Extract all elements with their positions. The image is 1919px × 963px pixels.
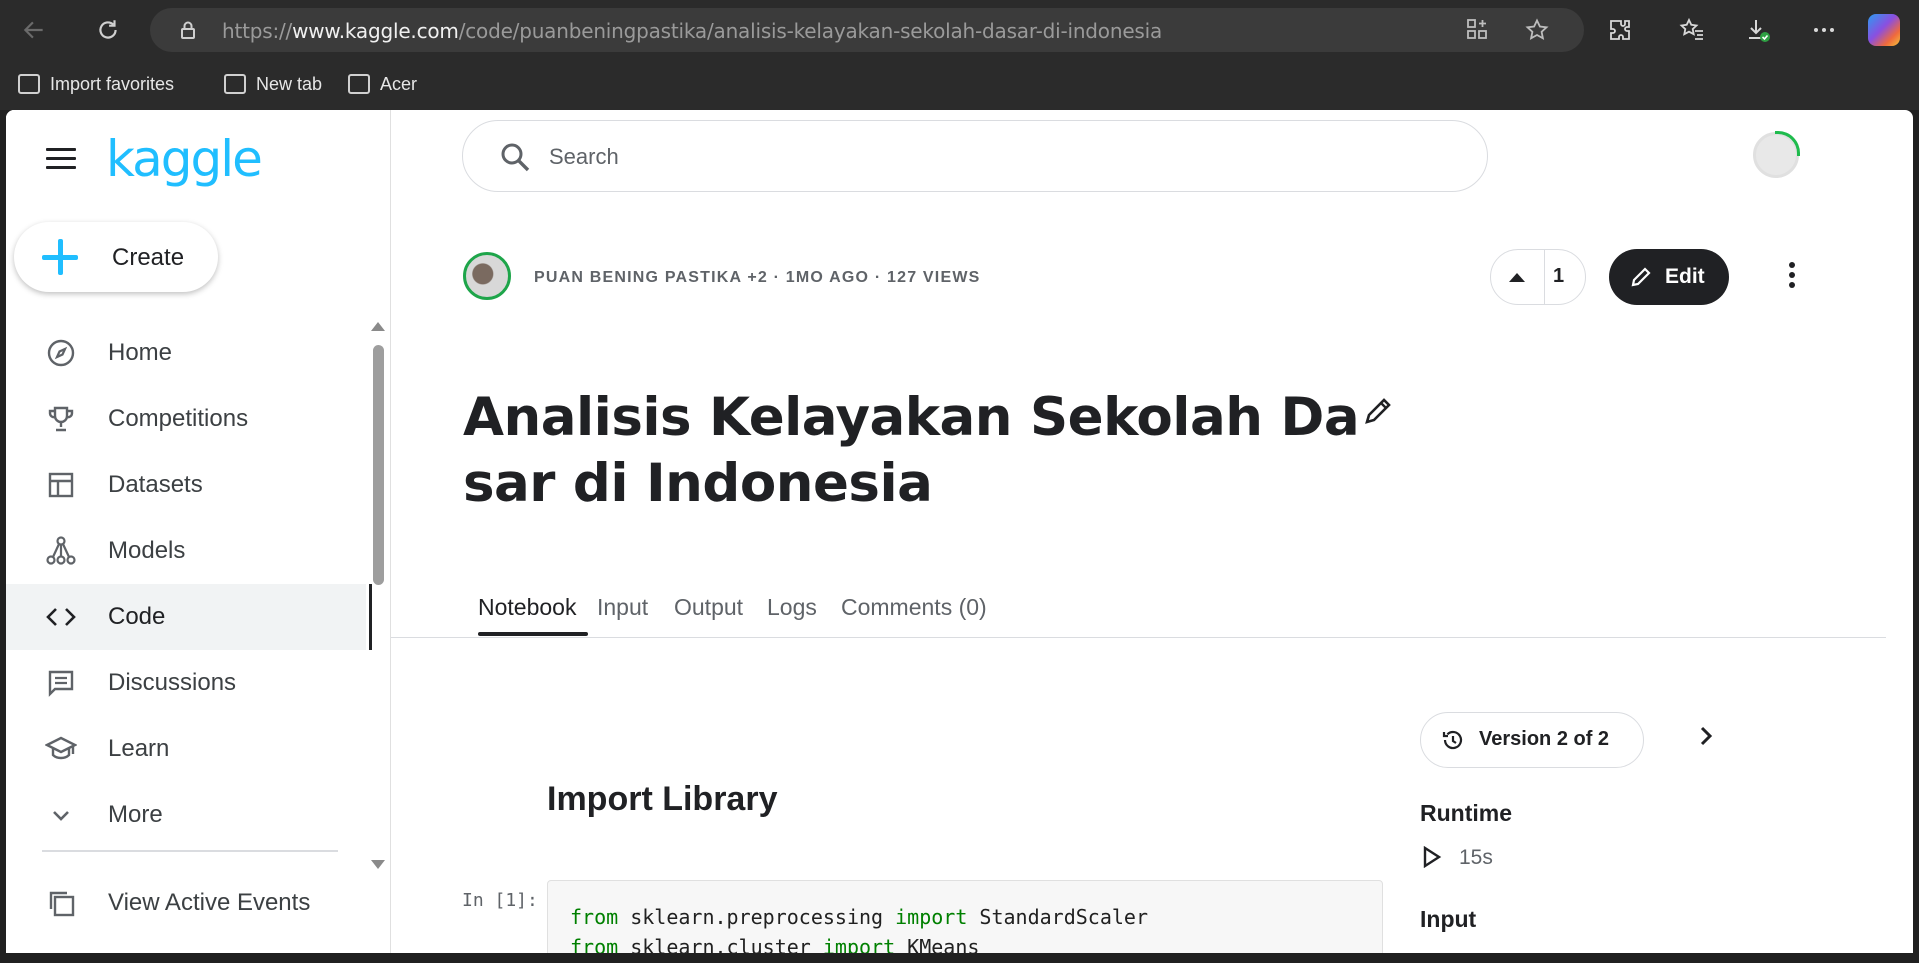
tab-logs[interactable]: Logs <box>767 594 817 621</box>
tab-output[interactable]: Output <box>674 594 743 621</box>
chevron-down-icon <box>44 798 78 832</box>
app-available-icon[interactable] <box>1464 18 1490 44</box>
search-icon <box>501 143 530 172</box>
create-button[interactable]: Create <box>14 222 218 292</box>
tab-input[interactable]: Input <box>597 594 648 621</box>
table-icon <box>44 468 78 502</box>
page-title: Analisis Kelayakan Sekolah Dasar di Indo… <box>463 387 1360 514</box>
vote-count: 1 <box>1553 265 1565 287</box>
sidebar-item-home[interactable]: Home <box>6 320 366 386</box>
graduation-cap-icon <box>44 732 78 766</box>
bookmarks-bar: Import favorites New tab Acer <box>0 58 1919 110</box>
notebook-meta: PUAN BENING PASTIKA +2 · 1MO AGO · 127 V… <box>534 269 981 286</box>
pencil-icon <box>1631 267 1651 287</box>
favorites-list-icon[interactable] <box>1674 12 1710 48</box>
bookmark-acer[interactable]: Acer <box>348 72 417 96</box>
back-icon[interactable] <box>16 12 52 48</box>
sidebar: kaggle Create Home Competitions Datasets… <box>6 110 391 953</box>
bookmark-label: New tab <box>256 73 323 94</box>
copilot-icon[interactable] <box>1868 14 1900 46</box>
edit-button[interactable]: Edit <box>1609 249 1729 305</box>
address-bar[interactable]: https://www.kaggle.com/code/puanbeningpa… <box>150 8 1584 52</box>
sidebar-item-label: Learn <box>108 735 170 762</box>
active-tab-indicator <box>478 632 588 636</box>
history-icon <box>1442 730 1463 750</box>
edit-label: Edit <box>1665 265 1705 288</box>
more-menu-icon[interactable] <box>1806 12 1842 48</box>
sidebar-item-label: Competitions <box>108 405 249 432</box>
chevron-right-icon[interactable] <box>1692 722 1720 750</box>
vote-button[interactable]: 1 <box>1490 249 1586 305</box>
import-icon <box>18 74 40 94</box>
vote-divider <box>1544 250 1545 304</box>
sidebar-item-label: Datasets <box>108 471 203 498</box>
bookmark-label: Import favorites <box>50 73 175 94</box>
version-label: Version 2 of 2 <box>1479 728 1610 750</box>
sidebar-item-label: Code <box>108 603 166 630</box>
refresh-icon[interactable] <box>90 12 126 48</box>
search-bar[interactable] <box>462 120 1488 192</box>
sidebar-scroll-down[interactable] <box>371 860 385 869</box>
runtime-heading: Runtime <box>1420 800 1512 826</box>
sidebar-item-more[interactable]: More <box>6 782 366 848</box>
sidebar-item-view-active-events[interactable]: View Active Events <box>6 875 366 931</box>
sidebar-divider <box>42 850 338 852</box>
code-cell[interactable]: from sklearn.preprocessing import Standa… <box>547 880 1383 953</box>
upvote-icon[interactable] <box>1509 273 1525 282</box>
runtime-value: 15s <box>1459 846 1493 869</box>
search-input[interactable] <box>549 139 1449 175</box>
folder-icon <box>348 74 370 94</box>
compass-icon <box>44 336 78 370</box>
url-text[interactable]: https://www.kaggle.com/code/puanbeningpa… <box>222 19 1162 43</box>
sidebar-item-competitions[interactable]: Competitions <box>6 386 366 452</box>
new-tab-icon <box>224 74 246 94</box>
sidebar-scrollbar[interactable] <box>373 345 384 585</box>
discussions-icon <box>44 666 78 700</box>
hamburger-menu-icon[interactable] <box>46 148 76 169</box>
code-line: from sklearn.cluster import KMeans <box>570 935 980 953</box>
sidebar-item-models[interactable]: Models <box>6 518 366 584</box>
sidebar-item-label: Models <box>108 537 186 564</box>
sidebar-item-label: View Active Events <box>108 889 311 916</box>
main-content: PUAN BENING PASTIKA +2 · 1MO AGO · 127 V… <box>391 110 1913 953</box>
copy-icon <box>44 886 78 920</box>
input-heading: Input <box>1420 906 1477 932</box>
favorite-star-icon[interactable] <box>1524 18 1550 44</box>
version-button[interactable]: Version 2 of 2 <box>1420 712 1644 768</box>
author-avatar[interactable] <box>463 252 511 300</box>
bookmark-new-tab[interactable]: New tab <box>224 72 322 96</box>
bookmark-label: Acer <box>380 73 418 94</box>
trophy-icon <box>44 402 78 436</box>
section-heading: Import Library <box>547 780 778 818</box>
kaggle-page: kaggle Create Home Competitions Datasets… <box>6 110 1913 953</box>
plus-icon <box>40 237 80 277</box>
models-icon <box>44 534 78 568</box>
sidebar-item-code[interactable]: Code <box>6 584 372 650</box>
downloads-icon[interactable] <box>1740 12 1776 48</box>
sidebar-item-label: Discussions <box>108 669 237 696</box>
lock-icon[interactable] <box>178 20 198 40</box>
kaggle-logo[interactable]: kaggle <box>106 130 263 188</box>
cell-prompt: In [1]: <box>462 890 538 911</box>
sidebar-item-discussions[interactable]: Discussions <box>6 650 366 716</box>
edit-title-icon[interactable] <box>1361 394 1395 428</box>
create-label: Create <box>112 244 185 271</box>
bookmark-import-favorites[interactable]: Import favorites <box>18 72 174 96</box>
extensions-icon[interactable] <box>1602 12 1638 48</box>
play-icon <box>1423 846 1442 868</box>
sidebar-item-label: More <box>108 801 163 828</box>
browser-toolbar: https://www.kaggle.com/code/puanbeningpa… <box>0 0 1919 58</box>
code-line: from sklearn.preprocessing import Standa… <box>570 905 1148 929</box>
sidebar-item-label: Home <box>108 339 173 366</box>
kebab-menu-icon[interactable] <box>1787 262 1797 292</box>
user-avatar[interactable] <box>1753 131 1800 178</box>
tab-notebook[interactable]: Notebook <box>478 594 576 621</box>
notebook-tabs: Notebook Input Output Logs Comments (0) <box>391 582 1886 638</box>
sidebar-nav: Home Competitions Datasets Models Code D… <box>6 320 372 848</box>
sidebar-item-learn[interactable]: Learn <box>6 716 366 782</box>
code-icon <box>44 600 78 634</box>
sidebar-scroll-up[interactable] <box>371 322 385 331</box>
sidebar-item-datasets[interactable]: Datasets <box>6 452 366 518</box>
tab-comments[interactable]: Comments (0) <box>841 594 987 621</box>
